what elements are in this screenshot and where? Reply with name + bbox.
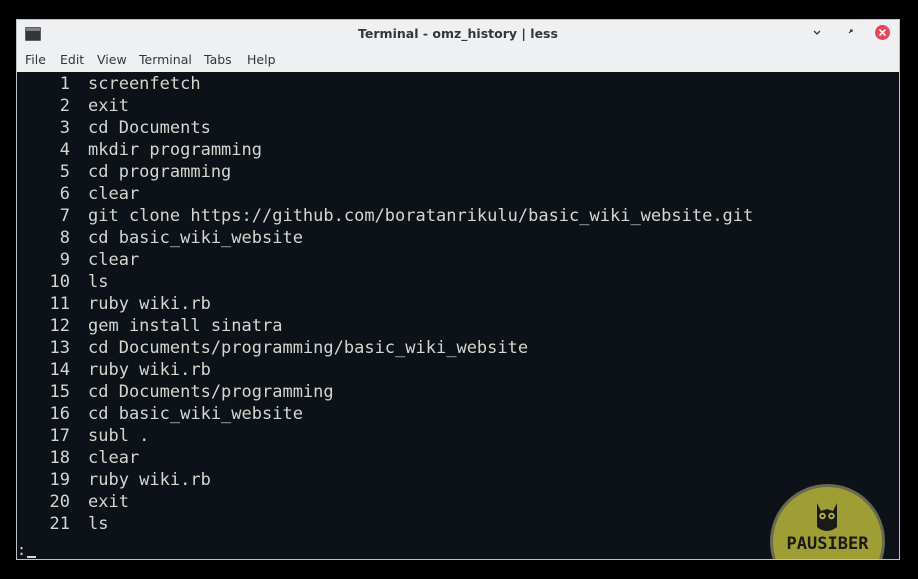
history-command: cd Documents [88, 118, 211, 138]
line-number: 21 [49, 514, 70, 534]
history-command: mkdir programming [88, 140, 262, 160]
line-number: 17 [49, 426, 70, 446]
line-number: 20 [49, 492, 70, 512]
menu-file[interactable]: File [25, 52, 46, 67]
history-command: gem install sinatra [88, 316, 283, 336]
line-number: 1 [59, 74, 70, 94]
line-number: 3 [59, 118, 70, 138]
close-icon [878, 28, 887, 37]
line-number: 9 [59, 250, 70, 270]
history-command: exit [88, 96, 129, 116]
line-number: 12 [49, 316, 70, 336]
history-command: cd basic_wiki_website [88, 404, 303, 424]
line-number: 8 [59, 228, 70, 248]
history-command: cd basic_wiki_website [88, 228, 303, 248]
prompt-text: : [17, 541, 27, 559]
line-number: 14 [49, 360, 70, 380]
close-button[interactable] [875, 25, 890, 40]
maximize-button[interactable] [843, 24, 859, 40]
history-command: clear [88, 184, 140, 204]
line-number: 5 [59, 162, 70, 182]
line-number: 4 [59, 140, 70, 160]
terminal-output[interactable]: 21 ls 20 exit 19 ruby wiki.rb 18 clear 17 subl .1… [17, 72, 899, 559]
history-command: ls [88, 514, 109, 534]
menu-tabs[interactable]: Tabs [204, 52, 232, 67]
history-command: cd programming [88, 162, 232, 182]
history-command: ls [88, 272, 109, 292]
owl-icon: PAUSIBER [770, 484, 885, 559]
line-number: 10 [49, 272, 70, 292]
history-command: clear [88, 448, 140, 468]
line-number: 16 [49, 404, 70, 424]
history-command: ruby wiki.rb [88, 360, 211, 380]
line-number: 13 [49, 338, 70, 358]
terminal-window: Terminal - omz_history | less File Edit … [16, 19, 900, 560]
watermark-text: PAUSIBER [787, 534, 870, 554]
menu-edit[interactable]: Edit [60, 52, 84, 67]
line-number: 19 [49, 470, 70, 490]
history-command: ruby wiki.rb [88, 470, 211, 490]
history-command: screenfetch [88, 74, 201, 94]
history-command: git clone https://github.com/boratanriku… [88, 206, 754, 226]
restore-icon [848, 29, 853, 34]
line-number: 7 [59, 206, 70, 226]
history-command: cd Documents/programming [88, 382, 334, 402]
text-cursor [27, 556, 37, 558]
line-number: 15 [49, 382, 70, 402]
line-number: 11 [49, 294, 70, 314]
title-bar[interactable]: Terminal - omz_history | less [17, 20, 899, 48]
chevron-down-icon [813, 30, 821, 35]
history-command: subl . [88, 426, 150, 446]
menu-help[interactable]: Help [247, 52, 276, 67]
menu-view[interactable]: View [97, 52, 127, 67]
less-prompt[interactable]: : [17, 540, 37, 559]
line-number: 2 [59, 96, 70, 116]
history-command: exit [88, 492, 129, 512]
line-number: 6 [59, 184, 70, 204]
history-command: ruby wiki.rb [88, 294, 211, 314]
menu-bar: File Edit View Terminal Tabs Help [17, 48, 899, 72]
window-title: Terminal - omz_history | less [358, 26, 558, 41]
history-command: clear [88, 250, 140, 270]
line-number: 18 [49, 448, 70, 468]
menu-terminal[interactable]: Terminal [139, 52, 192, 67]
minimize-button[interactable] [809, 24, 825, 40]
history-command: cd Documents/programming/basic_wiki_webs… [88, 338, 529, 358]
